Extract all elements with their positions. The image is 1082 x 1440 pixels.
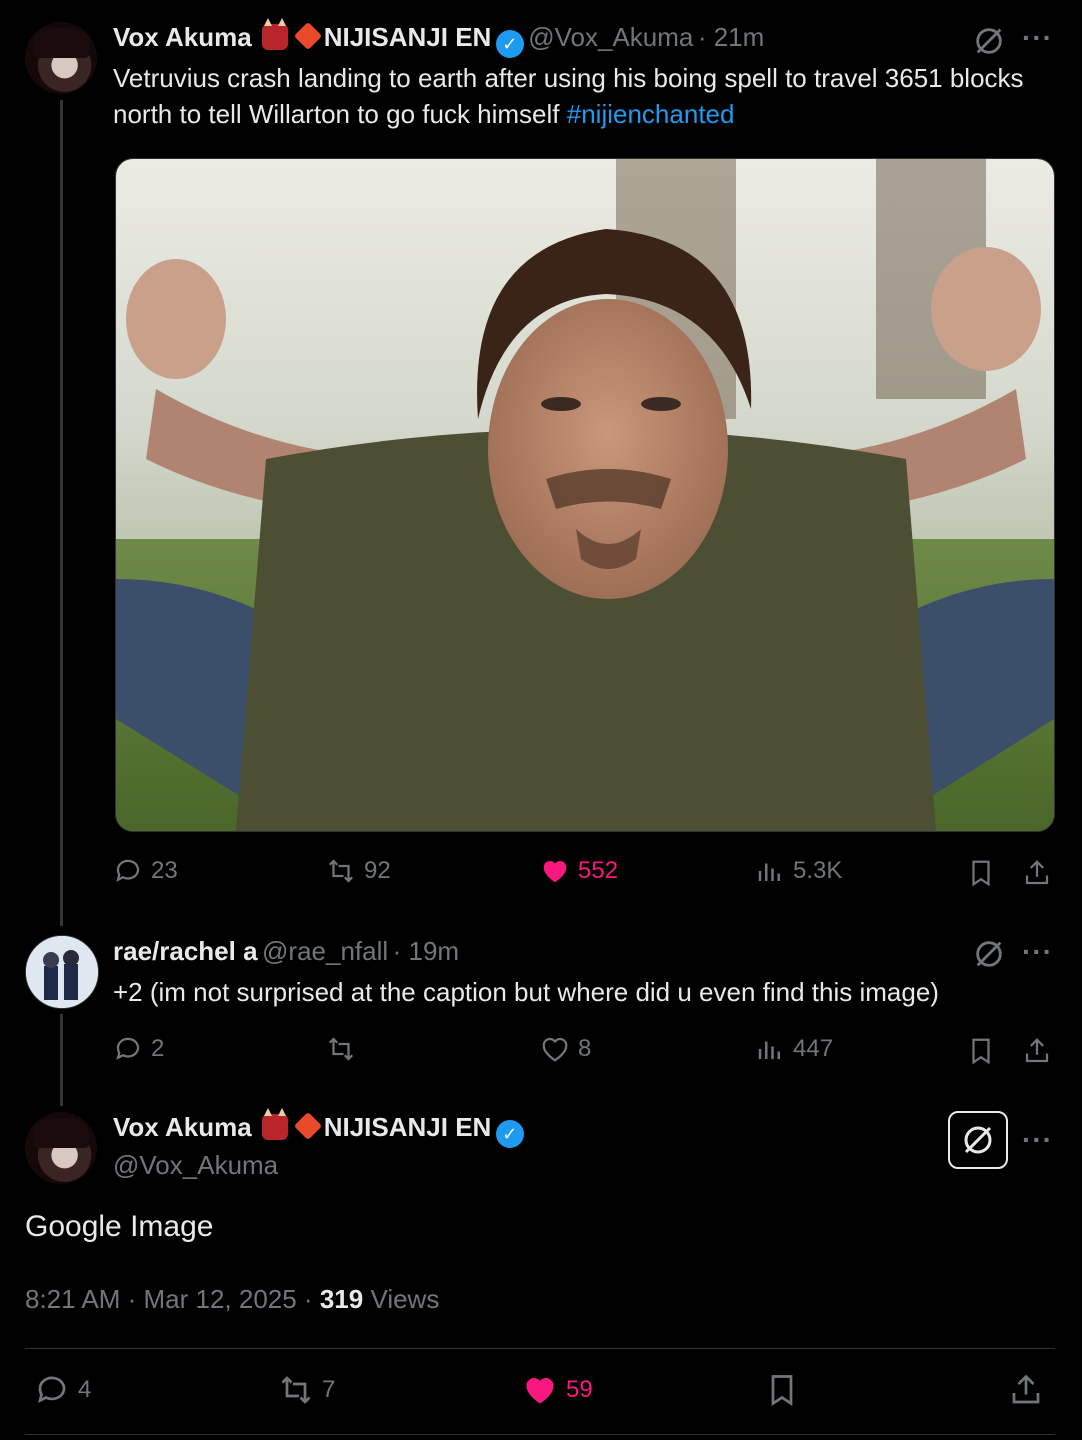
display-name[interactable]: Vox Akuma (113, 1112, 252, 1142)
main-header: Vox Akuma NIJISANJI EN ✓ (113, 1108, 524, 1148)
repost-count: 92 (364, 857, 391, 884)
reply-count: 2 (151, 1035, 165, 1062)
reply-button[interactable]: 2 (113, 1034, 164, 1064)
avatar[interactable] (25, 935, 99, 1009)
affiliation: NIJISANJI EN (323, 22, 492, 52)
reply-count: 4 (78, 1376, 92, 1403)
heart-icon (543, 860, 567, 883)
share-icon[interactable] (1022, 1036, 1052, 1066)
grok-icon[interactable] (972, 24, 1006, 58)
heart-icon (526, 1377, 554, 1404)
handle[interactable]: @rae_nfall (262, 936, 388, 966)
avatar-image (26, 936, 98, 1008)
views-count: 319 (319, 1284, 364, 1314)
more-icon[interactable]: ··· (1022, 22, 1053, 54)
diamond-emoji-icon (293, 1111, 322, 1141)
views-button[interactable]: 5.3K (755, 856, 842, 886)
reply-text: +2 (im not surprised at the caption but … (113, 977, 939, 1007)
post-timestamp[interactable]: 8:21 AM · Mar 12, 2025 · (25, 1284, 313, 1314)
repost-button[interactable] (326, 1034, 356, 1064)
tweet-text: Vetruvius crash landing to earth after u… (113, 60, 1033, 132)
reply-button[interactable]: 23 (113, 856, 178, 886)
timestamp[interactable]: · 21m (698, 22, 764, 52)
repost-icon (328, 859, 354, 883)
repost-icon (328, 1037, 354, 1061)
repost-icon (281, 1376, 311, 1404)
avatar[interactable] (25, 1112, 97, 1184)
verified-badge-icon[interactable]: ✓ (495, 30, 524, 58)
oni-emoji-icon (261, 1108, 288, 1140)
timestamp[interactable]: · 19m (393, 936, 459, 966)
diamond-emoji-icon (293, 21, 322, 51)
share-icon[interactable] (1022, 858, 1052, 888)
photo-image (116, 159, 1054, 831)
avatar[interactable] (25, 22, 97, 94)
like-count: 552 (578, 857, 619, 884)
more-icon[interactable]: ··· (1022, 936, 1053, 968)
like-count: 59 (566, 1376, 593, 1403)
reply-icon (116, 1037, 140, 1060)
display-name[interactable]: rae/rachel a (113, 936, 258, 966)
like-button[interactable]: 552 (540, 856, 618, 886)
verified-badge-icon[interactable]: ✓ (495, 1120, 524, 1148)
heart-icon (542, 1037, 568, 1062)
grok-icon[interactable] (972, 937, 1006, 971)
share-icon[interactable] (1008, 1372, 1044, 1408)
divider (25, 1348, 1055, 1349)
reply-header: rae/rachel a @rae_nfall · 19m (113, 936, 459, 967)
views-icon (758, 1041, 780, 1059)
repost-count: 7 (322, 1376, 336, 1403)
hashtag-link[interactable]: #nijienchanted (567, 99, 735, 129)
handle[interactable]: @Vox_Akuma (528, 22, 693, 52)
views-count: 447 (793, 1035, 834, 1062)
repost-button[interactable]: 92 (326, 856, 391, 886)
bookmark-icon[interactable] (764, 1372, 800, 1408)
thread-line (60, 100, 63, 926)
views-label: Views (370, 1284, 440, 1314)
views-button[interactable]: 447 (755, 1034, 833, 1064)
grok-button[interactable] (948, 1111, 1008, 1169)
display-name[interactable]: Vox Akuma (113, 22, 252, 52)
reply-icon (37, 1376, 66, 1404)
reply-icon (116, 859, 140, 882)
main-meta: 8:21 AM · Mar 12, 2025 · 319 Views (25, 1284, 439, 1315)
bookmark-icon[interactable] (966, 1036, 996, 1066)
oni-emoji-icon (261, 18, 288, 50)
more-icon[interactable]: ··· (1022, 1124, 1053, 1156)
handle[interactable]: @Vox_Akuma (113, 1150, 278, 1181)
divider (25, 1434, 1055, 1435)
grok-icon (964, 1126, 992, 1154)
views-icon (758, 863, 780, 881)
like-count: 8 (578, 1035, 592, 1062)
reply-count: 23 (151, 857, 178, 884)
affiliation: NIJISANJI EN (323, 1112, 492, 1142)
tweet-header: Vox Akuma NIJISANJI EN ✓ @Vox_Akuma · 21m (113, 18, 764, 58)
reply-button[interactable]: 4 (34, 1372, 91, 1408)
main-text: Google Image (25, 1210, 214, 1243)
bookmark-icon[interactable] (966, 858, 996, 888)
tweet-photo[interactable] (115, 158, 1055, 832)
thread-line (60, 1014, 63, 1106)
repost-button[interactable]: 7 (278, 1372, 335, 1408)
like-button[interactable]: 8 (540, 1034, 591, 1064)
like-button[interactable]: 59 (522, 1372, 593, 1408)
views-count: 5.3K (793, 857, 843, 884)
